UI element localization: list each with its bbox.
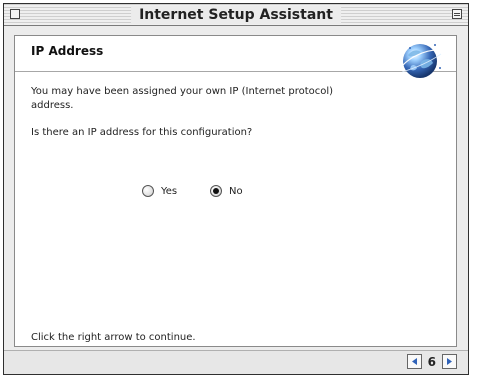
section-title: IP Address bbox=[31, 44, 104, 58]
no-radio-option[interactable]: No bbox=[210, 185, 243, 197]
right-arrow-icon bbox=[447, 358, 452, 365]
no-radio-button[interactable] bbox=[210, 185, 222, 197]
yes-radio-option[interactable]: Yes bbox=[142, 185, 177, 197]
left-arrow-icon bbox=[411, 358, 417, 365]
no-radio-label: No bbox=[229, 185, 243, 197]
ip-address-question: Is there an IP address for this configur… bbox=[31, 127, 253, 138]
globe-icon bbox=[399, 44, 442, 78]
window-title: Internet Setup Assistant bbox=[131, 6, 341, 24]
assistant-content-panel: IP Address You may have been assigned yo… bbox=[14, 35, 457, 347]
setup-assistant-window: Internet Setup Assistant IP Address You … bbox=[3, 3, 469, 375]
yes-radio-button[interactable] bbox=[142, 185, 154, 197]
yes-radio-label: Yes bbox=[161, 185, 178, 197]
ip-assignment-message: You may have been assigned your own IP (… bbox=[31, 86, 334, 111]
navigation-bar: 6 bbox=[4, 350, 468, 374]
content-header: IP Address bbox=[15, 36, 456, 78]
continue-instruction: Click the right arrow to continue. bbox=[31, 332, 196, 343]
window-titlebar[interactable]: Internet Setup Assistant bbox=[4, 4, 468, 26]
next-button[interactable] bbox=[442, 354, 457, 369]
previous-button[interactable] bbox=[406, 354, 422, 369]
page-navigation: 6 bbox=[406, 354, 457, 369]
close-icon[interactable] bbox=[10, 9, 20, 19]
page-number: 6 bbox=[427, 354, 436, 369]
zoom-icon[interactable] bbox=[452, 9, 462, 19]
